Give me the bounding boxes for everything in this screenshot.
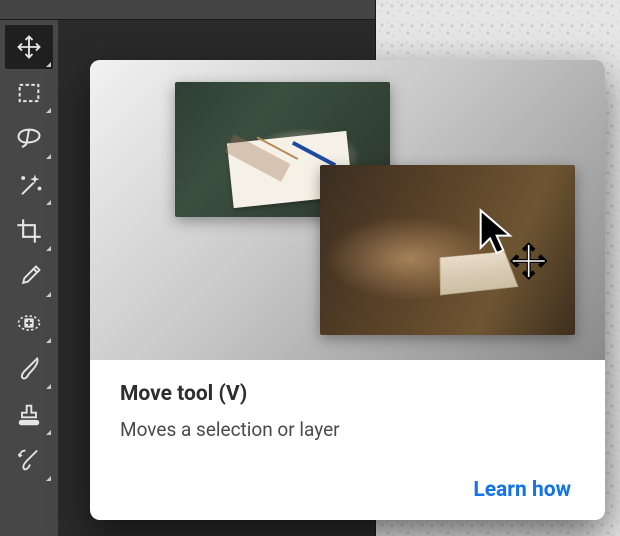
lasso-icon	[15, 125, 43, 153]
flyout-indicator-icon	[46, 108, 51, 113]
stamp-icon	[15, 401, 43, 429]
tooltip-title: Move tool (V)	[120, 382, 575, 406]
flyout-indicator-icon	[46, 154, 51, 159]
flyout-indicator-icon	[46, 62, 51, 67]
brush-tool[interactable]	[5, 347, 53, 391]
flyout-indicator-icon	[46, 338, 51, 343]
flyout-indicator-icon	[46, 430, 51, 435]
brush-icon	[15, 355, 43, 383]
move-tool[interactable]	[5, 25, 53, 69]
history-brush-icon	[15, 447, 43, 475]
flyout-indicator-icon	[46, 384, 51, 389]
tooltip-description: Moves a selection or layer	[120, 418, 575, 441]
rectangular-marquee-tool[interactable]	[5, 71, 53, 115]
tooltip-body: Move tool (V) Moves a selection or layer…	[90, 360, 605, 520]
flyout-indicator-icon	[46, 476, 51, 481]
wand-icon	[15, 171, 43, 199]
crop-tool[interactable]	[5, 209, 53, 253]
tooltip-thumbnail	[320, 165, 575, 335]
tools-panel	[0, 20, 58, 536]
healing-brush-tool[interactable]	[5, 301, 53, 345]
crop-icon	[15, 217, 43, 245]
tooltip-preview	[90, 60, 605, 360]
eyedropper-tool[interactable]	[5, 255, 53, 299]
history-brush-tool[interactable]	[5, 439, 53, 483]
marquee-icon	[15, 79, 43, 107]
move-cursor-icon	[470, 205, 550, 285]
flyout-indicator-icon	[46, 200, 51, 205]
tool-info-tooltip: Move tool (V) Moves a selection or layer…	[90, 60, 605, 520]
learn-how-link[interactable]: Learn how	[473, 478, 575, 502]
flyout-indicator-icon	[46, 246, 51, 251]
healing-brush-icon	[15, 309, 43, 337]
clone-stamp-tool[interactable]	[5, 393, 53, 437]
move-icon	[15, 33, 43, 61]
flyout-indicator-icon	[46, 292, 51, 297]
lasso-tool[interactable]	[5, 117, 53, 161]
eyedropper-icon	[15, 263, 43, 291]
magic-wand-tool[interactable]	[5, 163, 53, 207]
